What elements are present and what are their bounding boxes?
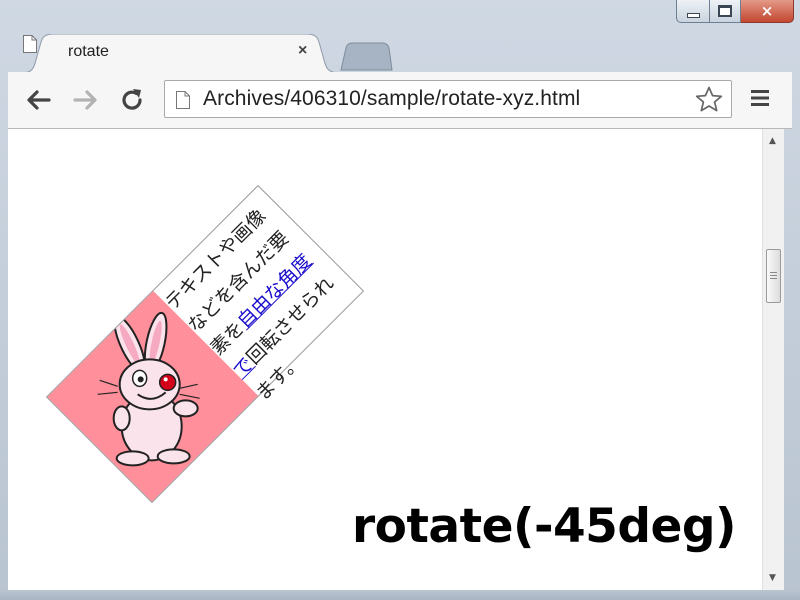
vertical-scrollbar[interactable]: ▲ ▼ — [762, 129, 784, 590]
window-controls: × — [676, 0, 794, 24]
page-heading: rotate(-45deg) — [352, 499, 737, 554]
address-bar[interactable]: Archives/406310/sample/rotate-xyz.html — [164, 80, 732, 118]
forward-arrow-icon — [73, 90, 97, 110]
thumb-grip — [770, 275, 777, 276]
reload-button[interactable] — [118, 86, 146, 114]
browser-toolbar: Archives/406310/sample/rotate-xyz.html — [8, 72, 792, 129]
tab-title: rotate — [68, 43, 109, 60]
hamburger-menu-icon[interactable] — [750, 88, 770, 108]
thumb-grip — [770, 272, 777, 273]
star-icon[interactable] — [695, 86, 723, 112]
reload-icon — [122, 89, 142, 110]
title-bar: × — [0, 0, 800, 36]
scroll-thumb[interactable] — [766, 249, 781, 303]
close-icon: × — [760, 1, 774, 20]
tab-close-button[interactable]: × — [298, 42, 307, 60]
maximize-icon — [718, 5, 732, 17]
close-window-button[interactable]: × — [741, 0, 794, 23]
scroll-down-icon[interactable]: ▼ — [769, 573, 776, 583]
minimize-button[interactable] — [676, 0, 710, 23]
minimize-icon — [686, 12, 700, 18]
tab-rotate[interactable]: rotate × — [22, 34, 340, 74]
page-viewport: テキストや画像などを含んだ要素を自由な角度で回転させられます。 rotate(-… — [8, 129, 762, 590]
window-bottom-border — [0, 590, 800, 600]
back-button[interactable] — [24, 86, 52, 114]
browser-window: × rotate × Archives/406310/sample/rotate… — [0, 0, 800, 600]
forward-button[interactable] — [72, 86, 100, 114]
new-tab-button[interactable] — [338, 42, 394, 72]
maximize-button[interactable] — [710, 0, 741, 23]
page-icon — [23, 35, 37, 53]
page-icon — [176, 91, 190, 109]
url-text[interactable]: Archives/406310/sample/rotate-xyz.html — [203, 87, 580, 111]
thumb-grip — [770, 278, 777, 279]
scroll-up-icon[interactable]: ▲ — [769, 136, 776, 146]
back-arrow-icon — [27, 90, 51, 110]
rotated-element: テキストや画像などを含んだ要素を自由な角度で回転させられます。 — [45, 184, 365, 504]
